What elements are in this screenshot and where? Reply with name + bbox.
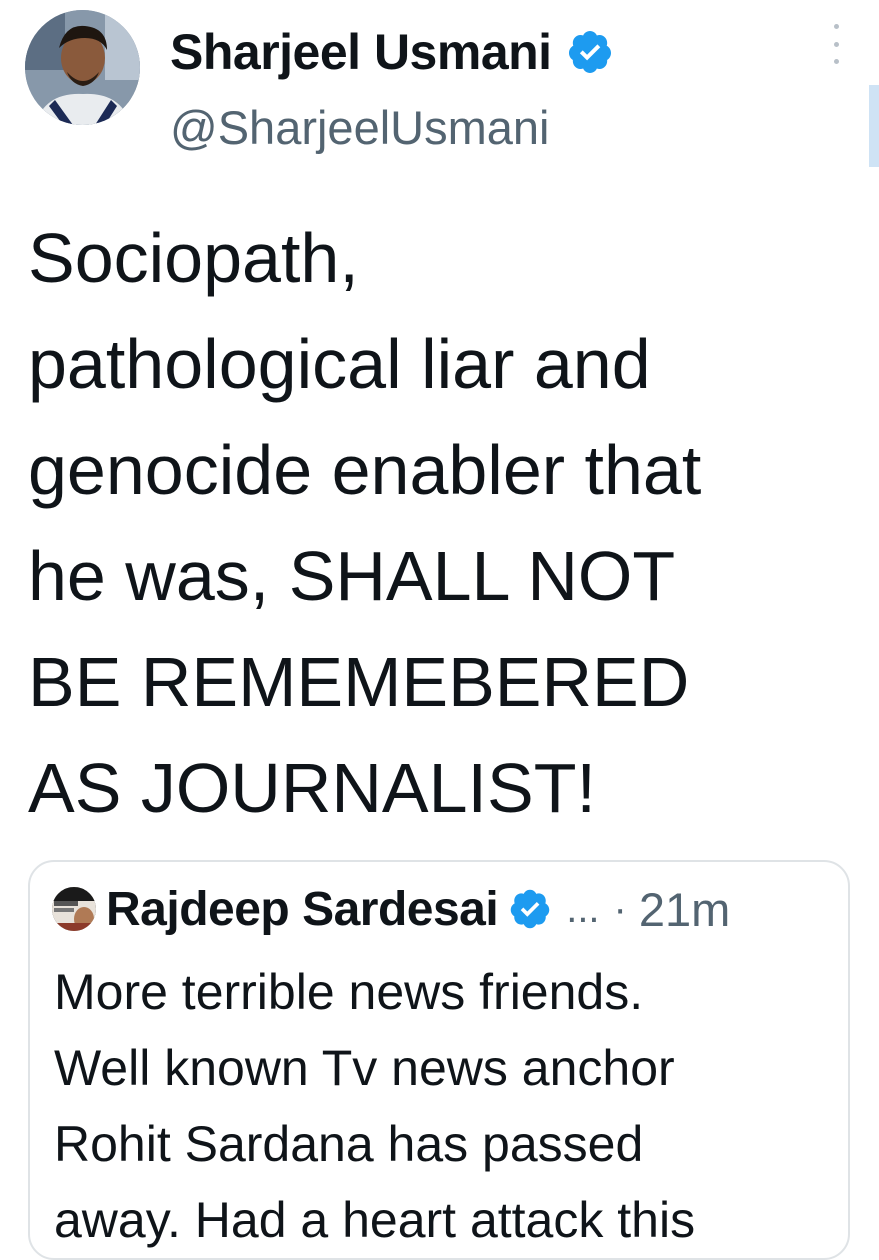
quoted-separator: · [613,886,627,931]
author-name-row[interactable]: Sharjeel Usmani [170,22,614,82]
tweet-container: Sharjeel Usmani @SharjeelUsmani Sociopat… [0,0,879,1260]
quoted-tweet-header: Rajdeep Sardesai ... · 21m [52,880,730,938]
scrollbar[interactable] [869,85,879,167]
more-dot [833,24,839,29]
quoted-timestamp[interactable]: 21m [639,882,730,937]
author-handle[interactable]: @SharjeelUsmani [170,100,549,155]
quoted-author-avatar[interactable] [52,887,96,931]
quoted-handle-truncated: ... [566,886,600,931]
tweet-text: Sociopath, pathological liar and genocid… [28,219,702,827]
quoted-author-avatar-image [52,887,96,931]
quoted-author-display-name[interactable]: Rajdeep Sardesai [106,882,499,937]
quoted-tweet-card[interactable]: Rajdeep Sardesai ... · 21m More terrible… [28,860,850,1260]
more-options-icon[interactable] [822,24,850,64]
author-avatar[interactable] [25,10,140,125]
author-display-name[interactable]: Sharjeel Usmani [170,23,552,81]
verified-badge-icon [568,31,611,73]
quoted-verified-badge-icon [510,889,550,929]
more-dot [833,59,839,64]
author-avatar-image [25,10,140,125]
quoted-tweet-text: More terrible news friends. Well known T… [54,964,696,1248]
more-dot [833,41,839,47]
